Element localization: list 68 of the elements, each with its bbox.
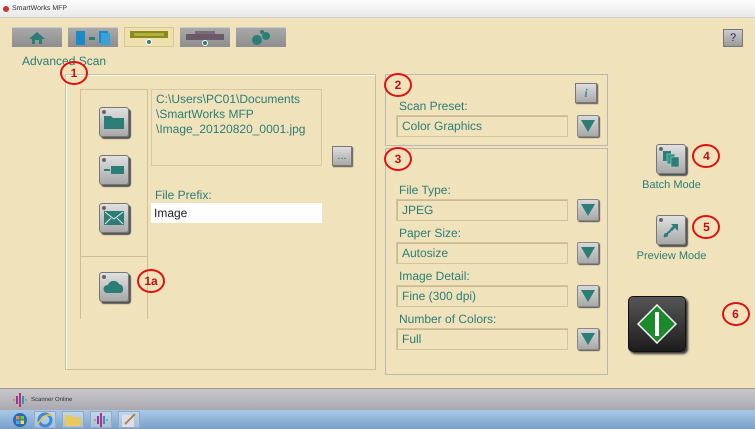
tab[interactable] [180, 27, 230, 47]
house-icon [28, 30, 46, 44]
callout-number: 6 [722, 302, 750, 326]
folder-icon [103, 114, 125, 130]
callout-number: 5 [692, 215, 720, 239]
tab[interactable] [12, 27, 62, 47]
app-icon [3, 6, 9, 12]
callout-number: 1a [137, 269, 165, 293]
file-path-display: C:\Users\PC01\Documents \SmartWorks MFP \Image_20120820_0001.jpg [151, 89, 322, 166]
destination-button[interactable] [99, 203, 129, 233]
dots-icon [250, 30, 272, 46]
field-label: Number of Colors: [399, 312, 498, 326]
field-label: File Type: [399, 183, 452, 197]
field-label: Image Detail: [399, 269, 471, 283]
printer-icon [185, 30, 225, 46]
pen-icon [121, 412, 137, 428]
usb-drive-icon [103, 165, 125, 175]
scanner-icon [129, 29, 169, 45]
info-button[interactable]: i [575, 83, 597, 103]
mode-label: Batch Mode [642, 179, 701, 191]
folder-icon [64, 412, 82, 426]
dropdown-button[interactable] [577, 199, 599, 221]
tab[interactable] [236, 27, 286, 47]
callout-number: 3 [384, 147, 412, 171]
start-orb-icon[interactable] [12, 412, 28, 428]
dropdown-field[interactable]: Color Graphics [396, 115, 568, 137]
caret-icon [581, 290, 595, 302]
document-copy-icon [75, 30, 111, 46]
callout-number: 2 [384, 73, 412, 97]
caret-icon [581, 247, 595, 259]
callout-number: 4 [692, 144, 720, 168]
caret-icon [581, 120, 595, 132]
browser-icon [37, 412, 53, 428]
help-button[interactable]: ? [723, 29, 743, 47]
app-logo-icon [93, 412, 109, 428]
dropdown-field[interactable]: Fine (300 dpi) [396, 285, 568, 307]
field-label: File Prefix: [155, 188, 213, 202]
tab[interactable] [68, 27, 118, 47]
dropdown-button[interactable] [577, 115, 599, 137]
cloud-icon [103, 280, 125, 294]
destination-button[interactable] [99, 272, 129, 302]
mode-label: Preview Mode [636, 250, 706, 262]
caret-icon [581, 204, 595, 216]
mode-button[interactable] [656, 144, 686, 174]
dropdown-field[interactable]: JPEG [396, 199, 568, 221]
taskbar-button[interactable] [34, 411, 56, 428]
destination-button[interactable] [99, 107, 129, 137]
destination-button[interactable] [99, 155, 129, 185]
browse-button[interactable]: ... [332, 146, 352, 166]
taskbar-button[interactable] [118, 411, 140, 428]
stacked-pages-icon [662, 150, 680, 168]
app-logo-icon [12, 392, 28, 408]
diamond-icon [636, 304, 676, 344]
magnifier-icon [662, 221, 680, 239]
tab[interactable] [124, 27, 174, 47]
envelope-icon [103, 210, 125, 226]
dropdown-button[interactable] [577, 285, 599, 307]
dropdown-field[interactable]: Full [396, 328, 568, 350]
taskbar-button[interactable] [90, 411, 112, 428]
caret-icon [581, 333, 595, 345]
dropdown-field[interactable]: Autosize [396, 242, 568, 264]
dropdown-button[interactable] [577, 242, 599, 264]
field-label: Paper Size: [399, 226, 462, 240]
file-prefix-field[interactable]: Image [151, 203, 322, 223]
field-label: Scan Preset: [399, 99, 469, 113]
dropdown-button[interactable] [577, 328, 599, 350]
mode-button[interactable] [656, 215, 686, 245]
start-scan-button[interactable] [628, 296, 686, 352]
